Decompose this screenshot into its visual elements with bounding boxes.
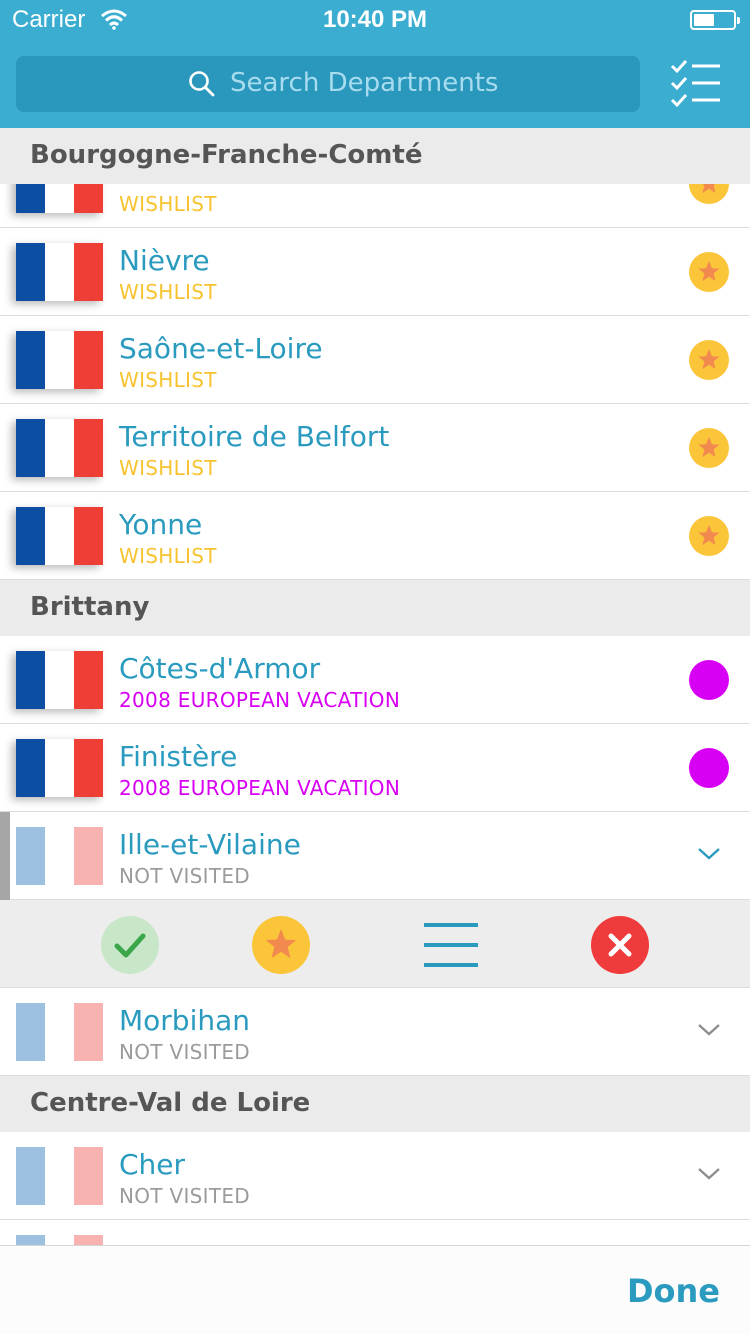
section-title: Bourgogne-Franche-Comté bbox=[30, 140, 423, 170]
department-name: Ille-et-Vilaine bbox=[119, 828, 301, 861]
bottom-toolbar: Done bbox=[0, 1245, 750, 1334]
trip-color-dot[interactable] bbox=[689, 748, 729, 788]
department-name: Territoire de Belfort bbox=[119, 420, 390, 453]
france-flag-icon bbox=[16, 739, 103, 797]
department-status: NOT VISITED bbox=[119, 1184, 251, 1208]
navigation-header: Carrier 10:40 PM Search Departments bbox=[0, 0, 750, 128]
france-flag-icon bbox=[16, 507, 103, 565]
trip-color-dot[interactable] bbox=[689, 660, 729, 700]
france-flag-icon bbox=[16, 1003, 103, 1061]
department-name: Nièvre bbox=[119, 244, 210, 277]
department-status: WISHLIST bbox=[119, 280, 217, 304]
department-name: Cher bbox=[119, 1148, 186, 1181]
add-to-wishlist-button[interactable] bbox=[252, 916, 310, 974]
done-button[interactable]: Done bbox=[627, 1272, 720, 1310]
france-flag-icon bbox=[16, 243, 103, 301]
section-title: Centre-Val de Loire bbox=[30, 1088, 311, 1118]
department-status: 2008 EUROPEAN VACATION bbox=[119, 688, 401, 712]
department-name: Saône-et-Loire bbox=[119, 332, 323, 365]
mark-visited-button[interactable] bbox=[101, 916, 159, 974]
department-status: NOT VISITED bbox=[119, 864, 251, 888]
section-header: Brittany bbox=[0, 580, 750, 636]
star-icon bbox=[265, 929, 297, 958]
list-item-expanded[interactable]: Ille-et-Vilaine NOT VISITED bbox=[0, 812, 750, 900]
quick-action-bar bbox=[0, 900, 750, 988]
department-name: Yonne bbox=[119, 508, 203, 541]
france-flag-icon bbox=[16, 419, 103, 477]
close-icon bbox=[608, 933, 632, 957]
list-item[interactable]: Morbihan NOT VISITED bbox=[0, 988, 750, 1076]
list-item[interactable]: Yonne WISHLIST bbox=[0, 492, 750, 580]
department-name: Côtes-d'Armor bbox=[119, 652, 321, 685]
department-name: Morbihan bbox=[119, 1004, 251, 1037]
list-item[interactable]: Côtes-d'Armor 2008 EUROPEAN VACATION bbox=[0, 636, 750, 724]
department-status: WISHLIST bbox=[119, 368, 217, 392]
list-item[interactable]: Territoire de Belfort WISHLIST bbox=[0, 404, 750, 492]
search-icon bbox=[189, 71, 215, 97]
france-flag-icon bbox=[16, 827, 103, 885]
france-flag-icon bbox=[16, 331, 103, 389]
checkmark-icon bbox=[114, 933, 146, 958]
list-item[interactable]: Finistère 2008 EUROPEAN VACATION bbox=[0, 724, 750, 812]
department-name: Finistère bbox=[119, 740, 238, 773]
list-item[interactable]: Saône-et-Loire WISHLIST bbox=[0, 316, 750, 404]
department-status: WISHLIST bbox=[119, 544, 217, 568]
clear-status-button[interactable] bbox=[591, 916, 649, 974]
list-icon bbox=[424, 923, 478, 967]
assign-list-button[interactable] bbox=[424, 916, 478, 974]
department-status: NOT VISITED bbox=[119, 1040, 251, 1064]
department-status: 2008 EUROPEAN VACATION bbox=[119, 776, 401, 800]
battery-icon bbox=[690, 10, 740, 30]
department-status: WISHLIST bbox=[119, 192, 217, 216]
department-status: WISHLIST bbox=[119, 456, 217, 480]
section-title: Brittany bbox=[30, 592, 150, 622]
status-bar: Carrier 10:40 PM bbox=[0, 0, 750, 40]
wishlist-star-icon[interactable] bbox=[689, 252, 729, 292]
clock: 10:40 PM bbox=[322, 6, 428, 33]
search-placeholder: Search Departments bbox=[230, 68, 499, 98]
section-header: Bourgogne-Franche-Comté bbox=[0, 128, 750, 184]
chevron-down-icon[interactable] bbox=[696, 1022, 722, 1038]
section-header: Centre-Val de Loire bbox=[0, 1076, 750, 1132]
list-item[interactable]: Cher NOT VISITED bbox=[0, 1132, 750, 1220]
chevron-down-icon[interactable] bbox=[696, 846, 722, 862]
chevron-down-icon[interactable] bbox=[696, 1166, 722, 1182]
france-flag-icon bbox=[16, 1147, 103, 1205]
wishlist-star-icon[interactable] bbox=[689, 428, 729, 468]
list-item[interactable]: Nièvre WISHLIST bbox=[0, 228, 750, 316]
wishlist-star-icon[interactable] bbox=[689, 516, 729, 556]
france-flag-icon bbox=[16, 651, 103, 709]
selection-indicator bbox=[0, 812, 10, 900]
checklist-icon[interactable] bbox=[668, 58, 722, 108]
wishlist-star-icon[interactable] bbox=[689, 340, 729, 380]
search-input[interactable]: Search Departments bbox=[16, 56, 640, 112]
